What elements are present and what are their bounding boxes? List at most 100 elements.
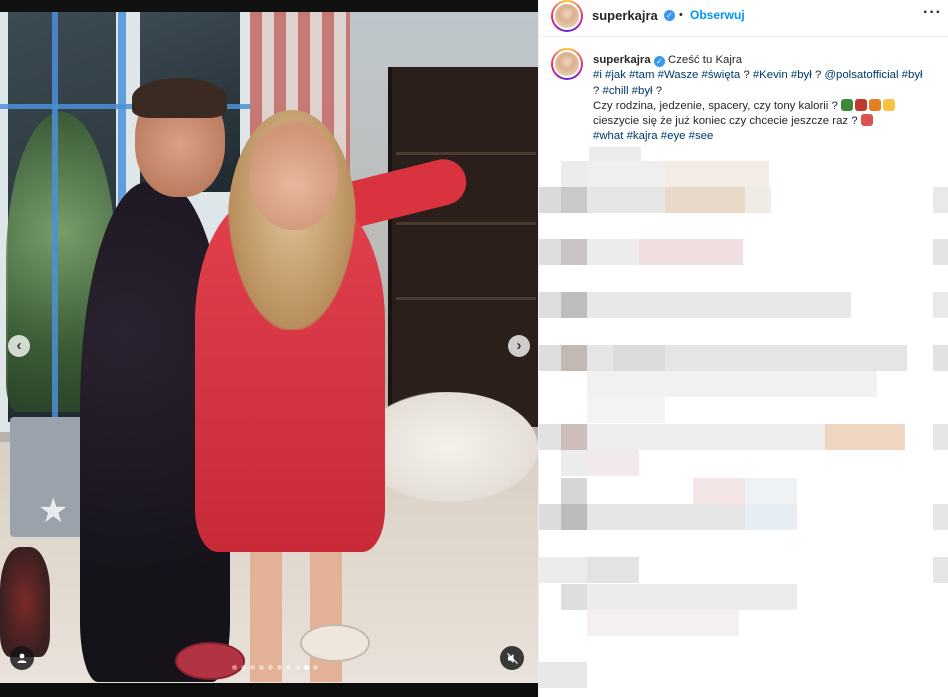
caption-emojis xyxy=(860,114,875,127)
hashtag-link[interactable]: #see xyxy=(689,130,714,142)
blurred-comment-block xyxy=(539,187,561,213)
blurred-comment-block xyxy=(587,161,665,187)
caption-text: Czy rodzina, jedzenie, spacery, czy tony… xyxy=(593,99,838,112)
scene-shelf-row xyxy=(396,222,536,225)
mute-button[interactable] xyxy=(500,646,524,670)
carousel-next-button[interactable]: › xyxy=(508,335,530,357)
blurred-comment-block xyxy=(539,345,561,371)
caption-text: ? xyxy=(593,84,600,97)
caption-text: cieszycie się że już koniec czy chcecie … xyxy=(593,115,858,128)
hashtag-link[interactable]: #był xyxy=(791,69,812,81)
hashtag-link[interactable]: #był xyxy=(902,69,923,81)
chevron-right-icon: › xyxy=(516,337,522,354)
caption-text: ? xyxy=(814,69,822,82)
blurred-comment-block xyxy=(561,478,587,504)
carousel-dot xyxy=(295,665,300,670)
hashtag-link[interactable]: #Kevin xyxy=(753,69,788,81)
hashtag-link[interactable]: #święta xyxy=(702,69,741,81)
carousel-dot xyxy=(286,665,291,670)
scene-man-hair xyxy=(132,78,227,118)
carousel-dot xyxy=(259,665,264,670)
blurred-comment-block xyxy=(539,239,561,265)
avatar[interactable] xyxy=(551,0,583,32)
blurred-comment-block xyxy=(933,345,948,371)
laugh-emoji xyxy=(882,98,895,111)
blurred-comment-block xyxy=(561,584,587,610)
hashtag-link[interactable]: #i xyxy=(593,69,602,81)
blurred-comment-block xyxy=(561,504,587,530)
carousel-dot xyxy=(277,665,282,670)
scene-rug xyxy=(360,392,538,502)
scene-slipper xyxy=(175,642,245,680)
scene-window-bar xyxy=(52,12,58,427)
user-icon xyxy=(17,653,27,663)
hashtag-link[interactable]: #jak xyxy=(605,69,626,81)
devil-emoji xyxy=(854,98,867,111)
blurred-comment-block xyxy=(587,557,639,583)
blurred-comment-block xyxy=(933,504,948,530)
blurred-comment-block xyxy=(587,292,851,318)
blurred-comment-block xyxy=(587,345,613,371)
caption-line: superkajra ✓ Cześć tu Kajra xyxy=(593,53,938,68)
hashtag-link[interactable]: #chill xyxy=(603,85,629,97)
mute-icon xyxy=(506,652,518,664)
santa-emoji xyxy=(860,114,873,127)
blurred-comment-block xyxy=(539,557,587,583)
caption-line: Czy rodzina, jedzenie, spacery, czy tony… xyxy=(593,98,938,114)
caption-line: cieszycie się że już koniec czy chcecie … xyxy=(593,114,938,129)
blurred-comment-block xyxy=(587,424,825,450)
blurred-comment-block xyxy=(665,161,769,187)
blurred-comment-block xyxy=(561,187,587,213)
caption-username[interactable]: superkajra xyxy=(593,54,651,66)
tree-emoji xyxy=(840,98,853,111)
blurred-comment-block xyxy=(587,450,639,476)
hashtag-link[interactable]: #był xyxy=(632,85,653,97)
blurred-comment-block xyxy=(933,187,948,213)
caption-text: ? xyxy=(743,69,750,82)
star-icon: ★ xyxy=(38,492,69,530)
blurred-comment-block xyxy=(693,478,745,504)
blurred-comment-block xyxy=(539,504,561,530)
blurred-comment-block xyxy=(587,187,665,213)
blurred-comment-block xyxy=(561,239,587,265)
header-username[interactable]: superkajra xyxy=(592,8,658,23)
post-header: superkajra ✓ • Obserwuj ··· xyxy=(539,0,948,37)
hashtag-link[interactable]: #tam xyxy=(629,69,654,81)
caption-greeting: Cześć tu Kajra xyxy=(667,54,743,66)
scene-woman-head xyxy=(250,122,338,230)
video-frame[interactable]: ★ xyxy=(0,12,538,683)
scene-shelf-row xyxy=(396,297,536,300)
blurred-comment-block xyxy=(825,424,905,450)
caption-hashtags: ? #chill #był ? xyxy=(593,84,938,99)
media-bottom-bar xyxy=(0,683,538,697)
blurred-comment-block xyxy=(613,345,665,371)
hashtag-link[interactable]: @polsatofficial xyxy=(824,69,898,81)
blurred-comment-block xyxy=(561,161,587,187)
more-options-icon[interactable]: ··· xyxy=(923,4,942,22)
scene-shelf-row xyxy=(396,152,536,155)
blurred-comment-block xyxy=(561,292,587,318)
blurred-comment-block xyxy=(639,239,743,265)
tagged-users-button[interactable] xyxy=(10,646,34,670)
scene-santa-figure xyxy=(0,547,50,657)
post-media[interactable]: ★ ‹ › xyxy=(0,0,538,697)
carousel-dot xyxy=(250,665,255,670)
blurred-comment-block xyxy=(539,424,561,450)
scene-slipper xyxy=(300,624,370,662)
blurred-comment-block xyxy=(561,345,587,371)
follow-button[interactable]: Obserwuj xyxy=(690,8,745,22)
blurred-comment-block xyxy=(665,187,745,213)
carousel-indicator xyxy=(232,665,318,671)
hashtag-link[interactable]: #Wasze xyxy=(658,69,699,81)
caption-avatar[interactable] xyxy=(551,48,583,80)
carousel-prev-button[interactable]: ‹ xyxy=(8,335,30,357)
avatar-image xyxy=(553,2,581,30)
blurred-comment-block xyxy=(933,557,948,583)
carousel-dot xyxy=(304,665,309,670)
hashtag-link[interactable]: #eye xyxy=(661,130,686,142)
chevron-left-icon: ‹ xyxy=(16,337,22,354)
hashtag-link[interactable]: #what xyxy=(593,130,623,142)
caption-text: ? xyxy=(655,84,663,97)
blurred-comment-block xyxy=(589,147,641,161)
hashtag-link[interactable]: #kajra xyxy=(627,130,658,142)
